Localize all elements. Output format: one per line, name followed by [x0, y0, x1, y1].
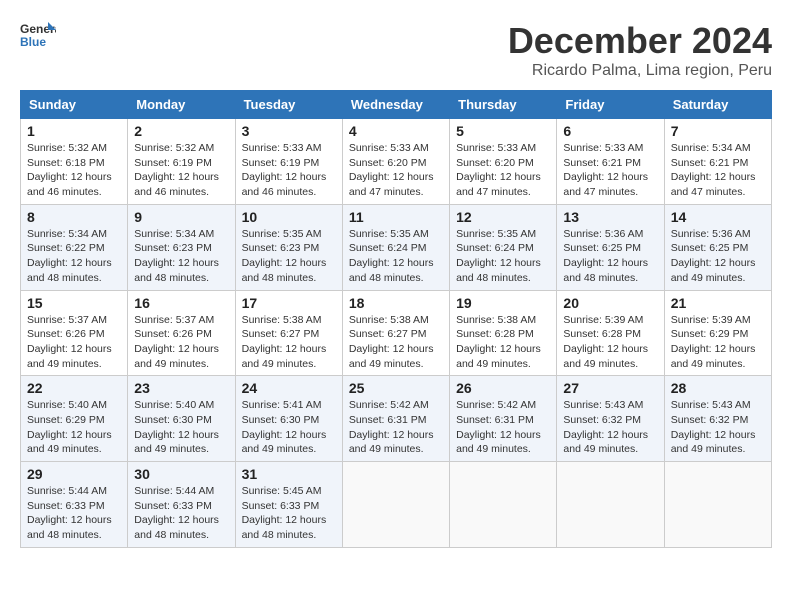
table-row: 22Sunrise: 5:40 AM Sunset: 6:29 PM Dayli… — [21, 376, 128, 462]
table-row: 5Sunrise: 5:33 AM Sunset: 6:20 PM Daylig… — [450, 119, 557, 205]
table-row: 7Sunrise: 5:34 AM Sunset: 6:21 PM Daylig… — [664, 119, 771, 205]
table-row: 26Sunrise: 5:42 AM Sunset: 6:31 PM Dayli… — [450, 376, 557, 462]
calendar-header-row: SundayMondayTuesdayWednesdayThursdayFrid… — [21, 91, 772, 119]
page-subtitle: Ricardo Palma, Lima region, Peru — [508, 62, 772, 80]
calendar-header-saturday: Saturday — [664, 91, 771, 119]
table-row: 29Sunrise: 5:44 AM Sunset: 6:33 PM Dayli… — [21, 462, 128, 548]
table-row: 8Sunrise: 5:34 AM Sunset: 6:22 PM Daylig… — [21, 204, 128, 290]
table-row — [450, 462, 557, 548]
page-title: December 2024 — [508, 20, 772, 62]
calendar-week-0: 1Sunrise: 5:32 AM Sunset: 6:18 PM Daylig… — [21, 119, 772, 205]
calendar-week-3: 22Sunrise: 5:40 AM Sunset: 6:29 PM Dayli… — [21, 376, 772, 462]
table-row: 17Sunrise: 5:38 AM Sunset: 6:27 PM Dayli… — [235, 290, 342, 376]
table-row: 1Sunrise: 5:32 AM Sunset: 6:18 PM Daylig… — [21, 119, 128, 205]
table-row: 20Sunrise: 5:39 AM Sunset: 6:28 PM Dayli… — [557, 290, 664, 376]
table-row: 15Sunrise: 5:37 AM Sunset: 6:26 PM Dayli… — [21, 290, 128, 376]
logo-icon: General Blue — [20, 20, 56, 50]
table-row: 13Sunrise: 5:36 AM Sunset: 6:25 PM Dayli… — [557, 204, 664, 290]
calendar-header-wednesday: Wednesday — [342, 91, 449, 119]
table-row: 25Sunrise: 5:42 AM Sunset: 6:31 PM Dayli… — [342, 376, 449, 462]
table-row: 27Sunrise: 5:43 AM Sunset: 6:32 PM Dayli… — [557, 376, 664, 462]
table-row: 14Sunrise: 5:36 AM Sunset: 6:25 PM Dayli… — [664, 204, 771, 290]
header: General Blue December 2024 Ricardo Palma… — [20, 20, 772, 80]
table-row — [664, 462, 771, 548]
title-area: December 2024 Ricardo Palma, Lima region… — [508, 20, 772, 80]
table-row: 9Sunrise: 5:34 AM Sunset: 6:23 PM Daylig… — [128, 204, 235, 290]
table-row: 3Sunrise: 5:33 AM Sunset: 6:19 PM Daylig… — [235, 119, 342, 205]
table-row: 21Sunrise: 5:39 AM Sunset: 6:29 PM Dayli… — [664, 290, 771, 376]
table-row: 12Sunrise: 5:35 AM Sunset: 6:24 PM Dayli… — [450, 204, 557, 290]
calendar-header-monday: Monday — [128, 91, 235, 119]
calendar-body: 1Sunrise: 5:32 AM Sunset: 6:18 PM Daylig… — [21, 119, 772, 548]
calendar-header-thursday: Thursday — [450, 91, 557, 119]
table-row — [342, 462, 449, 548]
table-row: 23Sunrise: 5:40 AM Sunset: 6:30 PM Dayli… — [128, 376, 235, 462]
table-row: 28Sunrise: 5:43 AM Sunset: 6:32 PM Dayli… — [664, 376, 771, 462]
table-row: 6Sunrise: 5:33 AM Sunset: 6:21 PM Daylig… — [557, 119, 664, 205]
calendar-header-friday: Friday — [557, 91, 664, 119]
calendar-week-4: 29Sunrise: 5:44 AM Sunset: 6:33 PM Dayli… — [21, 462, 772, 548]
table-row: 2Sunrise: 5:32 AM Sunset: 6:19 PM Daylig… — [128, 119, 235, 205]
calendar-header-tuesday: Tuesday — [235, 91, 342, 119]
table-row: 30Sunrise: 5:44 AM Sunset: 6:33 PM Dayli… — [128, 462, 235, 548]
table-row — [557, 462, 664, 548]
table-row: 4Sunrise: 5:33 AM Sunset: 6:20 PM Daylig… — [342, 119, 449, 205]
calendar-week-1: 8Sunrise: 5:34 AM Sunset: 6:22 PM Daylig… — [21, 204, 772, 290]
table-row: 19Sunrise: 5:38 AM Sunset: 6:28 PM Dayli… — [450, 290, 557, 376]
table-row: 24Sunrise: 5:41 AM Sunset: 6:30 PM Dayli… — [235, 376, 342, 462]
calendar-header-sunday: Sunday — [21, 91, 128, 119]
calendar-table: SundayMondayTuesdayWednesdayThursdayFrid… — [20, 90, 772, 548]
table-row: 18Sunrise: 5:38 AM Sunset: 6:27 PM Dayli… — [342, 290, 449, 376]
table-row: 11Sunrise: 5:35 AM Sunset: 6:24 PM Dayli… — [342, 204, 449, 290]
logo: General Blue — [20, 20, 56, 50]
table-row: 10Sunrise: 5:35 AM Sunset: 6:23 PM Dayli… — [235, 204, 342, 290]
table-row: 31Sunrise: 5:45 AM Sunset: 6:33 PM Dayli… — [235, 462, 342, 548]
calendar-week-2: 15Sunrise: 5:37 AM Sunset: 6:26 PM Dayli… — [21, 290, 772, 376]
svg-text:Blue: Blue — [20, 35, 46, 49]
table-row: 16Sunrise: 5:37 AM Sunset: 6:26 PM Dayli… — [128, 290, 235, 376]
